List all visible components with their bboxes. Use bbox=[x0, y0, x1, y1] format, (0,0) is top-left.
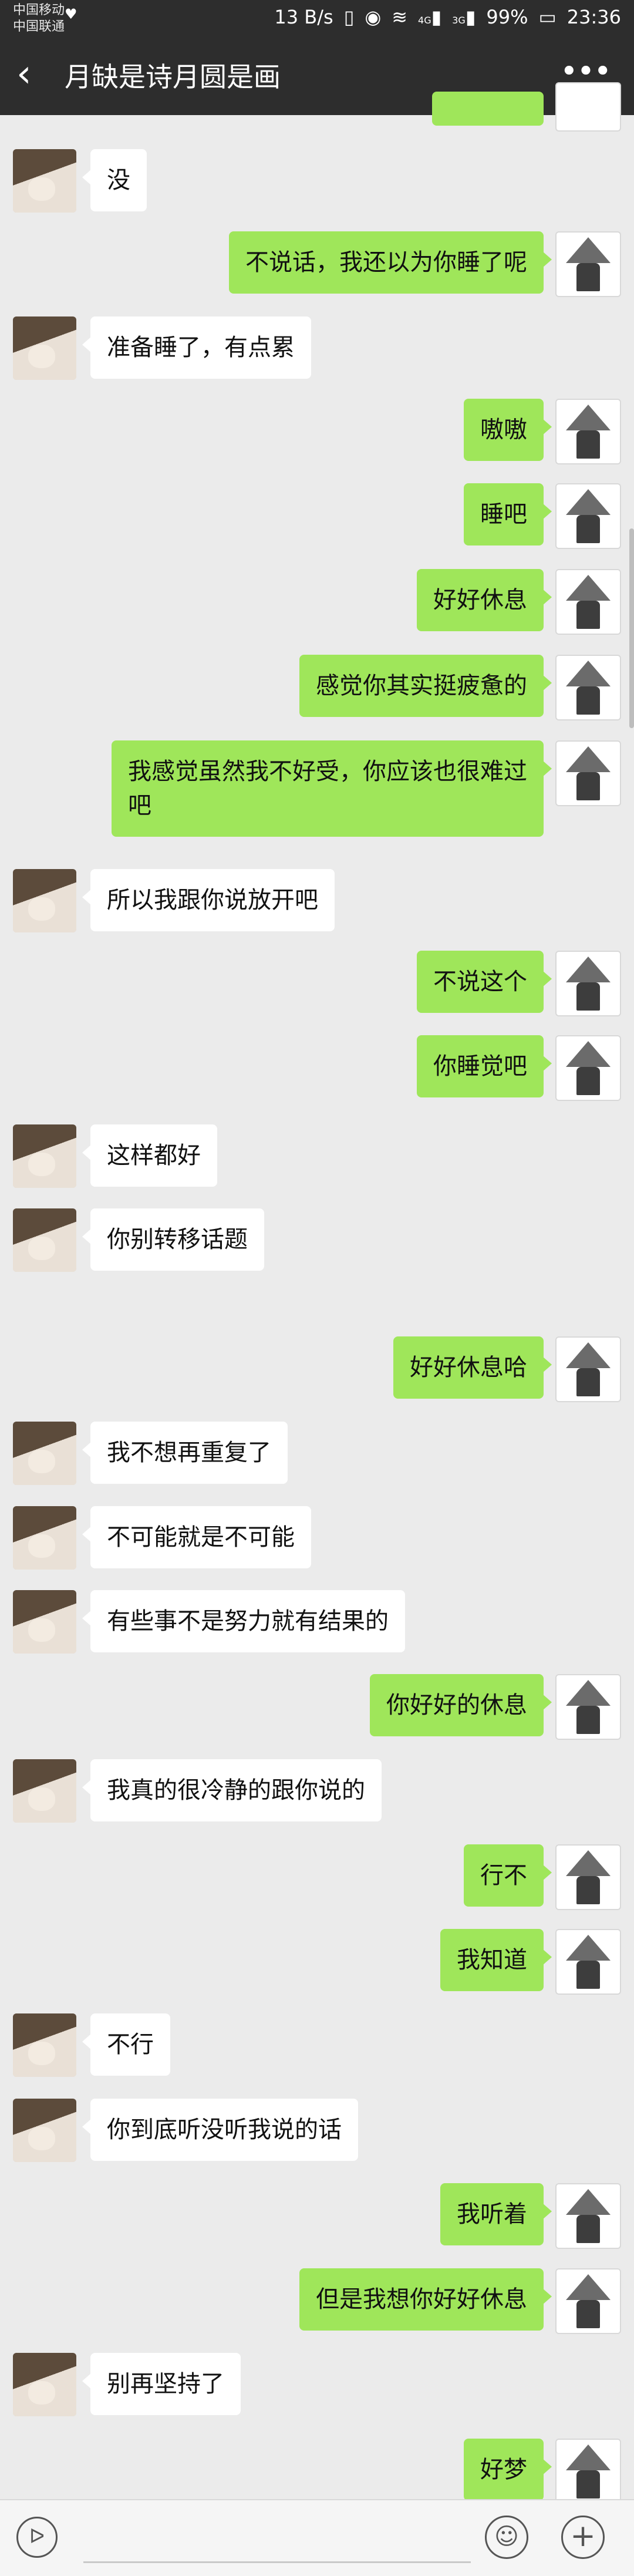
contact-avatar[interactable] bbox=[13, 1759, 76, 1823]
my-avatar[interactable] bbox=[555, 399, 621, 464]
received-message[interactable]: 别再坚持了 bbox=[82, 2353, 241, 2415]
message-input[interactable] bbox=[83, 2561, 471, 2563]
carrier-2: 中国联通 bbox=[13, 19, 65, 34]
sent-message[interactable]: 好梦 bbox=[464, 2439, 552, 2501]
sent-message[interactable]: 行不 bbox=[464, 1844, 552, 1907]
my-avatar[interactable] bbox=[555, 2268, 621, 2334]
chat-area[interactable]: 没不说话，我还以为你睡了呢准备睡了，有点累嗷嗷睡吧好好休息感觉你其实挺疲惫的我感… bbox=[0, 82, 634, 2504]
voice-icon[interactable]: ᐅ bbox=[16, 2517, 58, 2558]
network-speed: 13 B/s bbox=[274, 6, 333, 28]
my-avatar[interactable] bbox=[555, 1035, 621, 1101]
emoji-icon[interactable]: ☺ bbox=[485, 2516, 528, 2559]
input-bar: ᐅ ☺ + bbox=[0, 2499, 634, 2576]
my-avatar[interactable] bbox=[555, 483, 621, 549]
received-message[interactable]: 我不想再重复了 bbox=[82, 1422, 288, 1484]
contact-avatar[interactable] bbox=[13, 1124, 76, 1188]
my-avatar[interactable] bbox=[555, 951, 621, 1016]
heart-icon: ♥ bbox=[65, 6, 77, 22]
received-message[interactable]: 你到底听没听我说的话 bbox=[82, 2099, 358, 2161]
scrollbar[interactable] bbox=[629, 528, 634, 728]
sent-message[interactable]: 我感觉虽然我不好受，你应该也很难过吧 bbox=[112, 740, 552, 837]
my-avatar[interactable] bbox=[555, 1336, 621, 1402]
sent-message[interactable]: 我听着 bbox=[440, 2183, 552, 2245]
my-avatar[interactable] bbox=[555, 655, 621, 720]
wifi-icon: ≋ bbox=[392, 6, 408, 28]
sent-message[interactable]: 感觉你其实挺疲惫的 bbox=[299, 655, 552, 717]
partial-avatar[interactable] bbox=[555, 82, 621, 132]
contact-avatar[interactable] bbox=[13, 149, 76, 213]
signal-4g: 4G▮ bbox=[418, 6, 442, 28]
sent-message[interactable]: 你睡觉吧 bbox=[417, 1035, 552, 1097]
my-avatar[interactable] bbox=[555, 569, 621, 635]
my-avatar[interactable] bbox=[555, 1929, 621, 1995]
my-avatar[interactable] bbox=[555, 740, 621, 806]
my-avatar[interactable] bbox=[555, 2183, 621, 2249]
received-message[interactable]: 有些事不是努力就有结果的 bbox=[82, 1590, 405, 1652]
sent-message[interactable]: 但是我想你好好休息 bbox=[299, 2268, 552, 2331]
contact-avatar[interactable] bbox=[13, 2013, 76, 2077]
my-avatar[interactable] bbox=[555, 1844, 621, 1910]
carrier-info: 中国移动 中国联通 bbox=[13, 2, 65, 35]
status-right: 13 B/s ▯ ◉ ≋ 4G▮ 3G▮ 99% ▭ 23:36 bbox=[274, 6, 621, 28]
vibrate-icon: ▯ bbox=[343, 6, 355, 28]
received-message[interactable]: 没 bbox=[82, 149, 147, 211]
plus-icon[interactable]: + bbox=[561, 2516, 605, 2559]
chat-title: 月缺是诗月圆是画 bbox=[65, 61, 281, 93]
sent-message[interactable]: 不说话，我还以为你睡了呢 bbox=[229, 231, 552, 294]
received-message[interactable]: 准备睡了，有点累 bbox=[82, 316, 311, 379]
received-message[interactable]: 所以我跟你说放开吧 bbox=[82, 869, 335, 931]
battery-level: 99% bbox=[486, 6, 528, 28]
my-avatar[interactable] bbox=[555, 2439, 621, 2504]
contact-avatar[interactable] bbox=[13, 316, 76, 380]
carrier-1: 中国移动 bbox=[13, 3, 65, 18]
status-bar: 中国移动 中国联通 ♥ 13 B/s ▯ ◉ ≋ 4G▮ 3G▮ 99% ▭ 2… bbox=[0, 0, 634, 38]
clock: 23:36 bbox=[566, 6, 621, 28]
received-message[interactable]: 不可能就是不可能 bbox=[82, 1506, 311, 1568]
received-message[interactable]: 不行 bbox=[82, 2013, 170, 2076]
battery-icon: ▭ bbox=[538, 6, 557, 28]
sent-message[interactable]: 睡吧 bbox=[464, 483, 552, 545]
received-message[interactable]: 你别转移话题 bbox=[82, 1208, 264, 1271]
partial-message-bubble[interactable] bbox=[432, 92, 544, 126]
sent-message[interactable]: 不说这个 bbox=[417, 951, 552, 1013]
eye-icon: ◉ bbox=[365, 6, 382, 28]
sent-message[interactable]: 嗷嗷 bbox=[464, 399, 552, 461]
my-avatar[interactable] bbox=[555, 231, 621, 297]
contact-avatar[interactable] bbox=[13, 1208, 76, 1272]
sent-message[interactable]: 我知道 bbox=[440, 1929, 552, 1991]
contact-avatar[interactable] bbox=[13, 2353, 76, 2416]
contact-avatar[interactable] bbox=[13, 1506, 76, 1570]
received-message[interactable]: 这样都好 bbox=[82, 1124, 217, 1187]
contact-avatar[interactable] bbox=[13, 869, 76, 932]
sent-message[interactable]: 好好休息 bbox=[417, 569, 552, 631]
contact-avatar[interactable] bbox=[13, 1590, 76, 1654]
received-message[interactable]: 我真的很冷静的跟你说的 bbox=[82, 1759, 382, 1821]
signal-3g: 3G▮ bbox=[452, 6, 476, 28]
my-avatar[interactable] bbox=[555, 1674, 621, 1740]
sent-message[interactable]: 好好休息哈 bbox=[393, 1336, 552, 1399]
contact-avatar[interactable] bbox=[13, 1422, 76, 1485]
contact-avatar[interactable] bbox=[13, 2099, 76, 2162]
back-arrow-icon[interactable]: ‹ bbox=[16, 55, 32, 93]
sent-message[interactable]: 你好好的休息 bbox=[370, 1674, 552, 1736]
